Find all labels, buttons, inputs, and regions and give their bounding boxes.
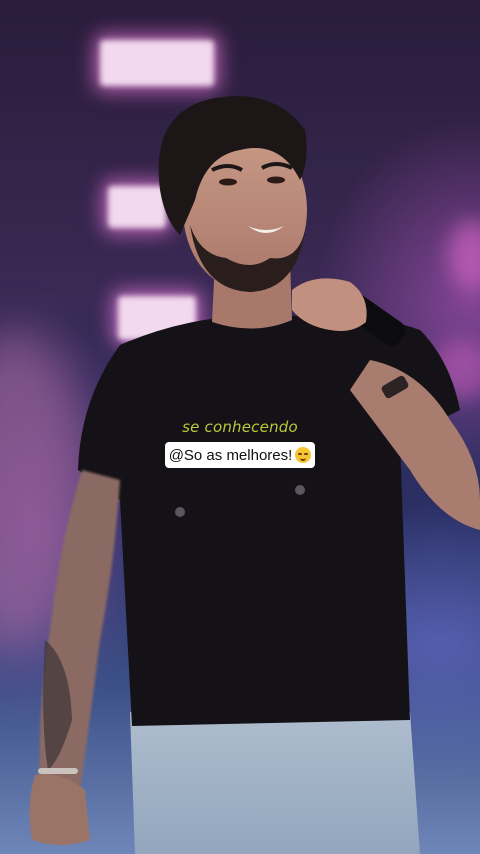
left-hand	[29, 774, 91, 845]
mention-label: @So as melhores!	[168, 446, 293, 464]
subtitle-text: se conhecendo	[182, 418, 298, 436]
bracelet	[38, 768, 78, 774]
mention-tag[interactable]: @So as melhores!	[165, 442, 315, 468]
jeans	[130, 712, 420, 854]
video-frame[interactable]: se conhecendo @So as melhores!	[0, 0, 480, 854]
smirking-face-icon	[295, 447, 312, 463]
